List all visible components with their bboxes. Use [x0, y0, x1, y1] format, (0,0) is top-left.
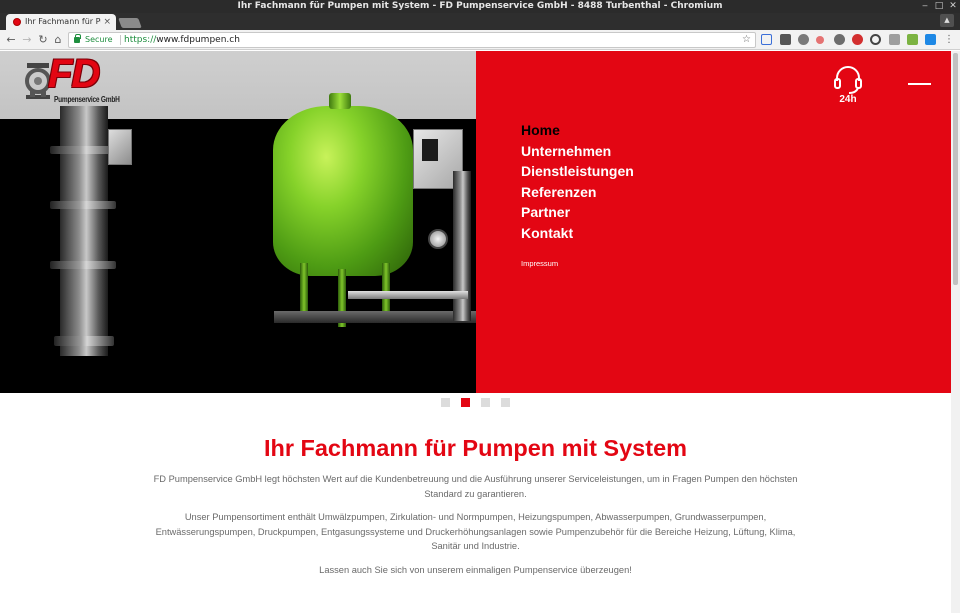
green-tank — [273, 106, 413, 276]
reload-icon[interactable]: ↻ — [36, 32, 50, 48]
forward-icon[interactable]: → — [20, 32, 34, 48]
browser-toolbar: ← → ↻ ⌂ Secure https://www.fdpumpen.ch ☆… — [0, 30, 960, 50]
intro-section: Ihr Fachmann für Pumpen mit System FD Pu… — [0, 431, 951, 577]
extension-adblock-icon[interactable] — [852, 34, 863, 45]
tab-close-icon[interactable]: × — [103, 14, 111, 30]
extension-grid-icon[interactable] — [889, 34, 900, 45]
slider-dot[interactable] — [501, 398, 510, 407]
extension-gear-icon[interactable] — [834, 34, 845, 45]
profile-icon[interactable]: ▲ — [940, 14, 954, 27]
extension-eye-icon[interactable] — [870, 34, 881, 45]
page-heading: Ihr Fachmann für Pumpen mit System — [263, 435, 688, 461]
headset-icon[interactable] — [832, 64, 864, 94]
tab-strip: Ihr Fachmann für Pum × ▲ — [0, 13, 960, 30]
extension-puzzle-icon[interactable] — [907, 34, 918, 45]
home-icon[interactable]: ⌂ — [51, 32, 65, 48]
new-tab-button[interactable] — [118, 18, 142, 28]
url-scheme: https:// — [124, 35, 157, 45]
maximize-icon[interactable]: □ — [932, 0, 946, 13]
logo-mark: FD — [48, 52, 100, 96]
window-titlebar: Ihr Fachmann für Pumpen mit System - FD … — [0, 0, 960, 13]
browser-menu-icon[interactable]: ⋮ — [942, 32, 956, 48]
pump-flange — [50, 146, 116, 154]
cta-paragraph: Lassen auch Sie sich von unserem einmali… — [319, 564, 632, 575]
address-bar[interactable]: Secure https://www.fdpumpen.ch ☆ — [68, 32, 756, 48]
minimize-icon[interactable]: ‒ — [918, 0, 932, 13]
slider-dot[interactable] — [481, 398, 490, 407]
slider-dot-active[interactable] — [461, 398, 470, 407]
scrollbar-thumb[interactable] — [953, 53, 958, 285]
favicon-icon — [13, 18, 21, 26]
hotline-label[interactable]: 24h — [832, 94, 864, 105]
main-menu: Home Unternehmen Dienstleistungen Refere… — [521, 120, 721, 243]
hero-image: FD Pumpenservice GmbH — [0, 51, 476, 393]
hero-menu-panel: 24h Home Unternehmen Dienstleistungen Re… — [476, 51, 951, 393]
browser-tab[interactable]: Ihr Fachmann für Pum × — [6, 14, 116, 30]
lock-icon — [74, 34, 81, 43]
menu-item-unternehmen[interactable]: Unternehmen — [521, 141, 721, 162]
extension-pen-icon[interactable] — [816, 36, 824, 44]
pump-flange — [54, 336, 114, 346]
url-host: www.fdpumpen.ch — [156, 35, 240, 45]
menu-item-partner[interactable]: Partner — [521, 202, 721, 223]
vertical-scrollbar[interactable] — [951, 51, 960, 613]
menu-item-referenzen[interactable]: Referenzen — [521, 182, 721, 203]
url-text[interactable]: https://www.fdpumpen.ch — [124, 33, 240, 47]
back-icon[interactable]: ← — [4, 32, 18, 48]
menu-item-kontakt[interactable]: Kontakt — [521, 223, 721, 244]
menu-close-icon[interactable] — [908, 83, 931, 85]
impressum-link[interactable]: Impressum — [521, 259, 558, 268]
control-display — [422, 139, 438, 161]
extension-cloud-icon[interactable] — [798, 34, 809, 45]
intro-paragraph: FD Pumpenservice GmbH legt höchsten Wert… — [153, 474, 798, 499]
page-viewport: FD Pumpenservice GmbH 24h Home Unternehm… — [0, 51, 951, 613]
horizontal-pipe — [348, 291, 468, 299]
slider-dot[interactable] — [441, 398, 450, 407]
extension-blue-icon[interactable] — [925, 34, 936, 45]
secure-label: Secure — [85, 35, 113, 44]
pump-flange — [50, 201, 116, 209]
tab-title: Ihr Fachmann für Pum — [25, 17, 101, 26]
address-separator — [120, 35, 121, 45]
logo-company: Pumpenservice GmbH — [54, 95, 120, 104]
site-logo[interactable]: FD Pumpenservice GmbH — [24, 52, 124, 109]
pump-column — [60, 106, 108, 356]
pump-motor-box — [108, 129, 132, 165]
tank-valve — [329, 93, 351, 109]
bookmark-star-icon[interactable]: ☆ — [742, 33, 751, 47]
pump-flange — [50, 261, 116, 269]
equipment-base — [274, 311, 476, 323]
menu-item-dienstleistungen[interactable]: Dienstleistungen — [521, 161, 721, 182]
pressure-gauge — [428, 229, 448, 249]
close-window-icon[interactable]: ✕ — [946, 0, 960, 13]
window-title: Ihr Fachmann für Pumpen mit System - FD … — [237, 1, 723, 11]
menu-item-home[interactable]: Home — [521, 120, 721, 141]
extension-dark-icon[interactable] — [780, 34, 791, 45]
product-paragraph: Unser Pumpensortiment enthält Umwälzpump… — [155, 512, 796, 551]
extension-capture-icon[interactable] — [761, 34, 772, 45]
